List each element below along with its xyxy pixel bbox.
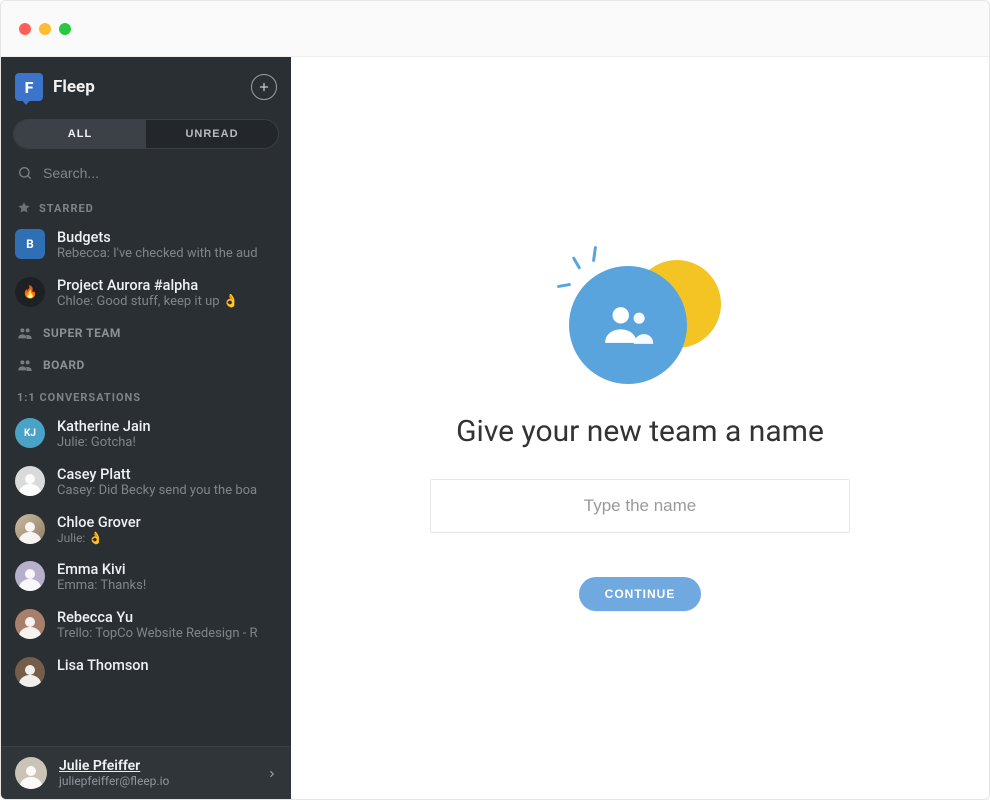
section-starred: Starred [1,191,291,221]
item-subtitle: Chloe: Good stuff, keep it up 👌 [57,294,277,309]
me-text: Julie Pfeiffer juliepfeiffer@fleep.io [59,758,169,788]
sidebar: F Fleep All Unread Starred [1,57,291,799]
new-conversation-button[interactable] [251,74,277,100]
item-subtitle: Julie: 👌 [57,531,277,545]
brand: F Fleep [15,73,95,101]
sidebar-team[interactable]: Super Team [1,317,291,349]
section-starred-label: Starred [39,202,94,215]
item-title: Project Aurora #alpha [57,277,277,294]
team-name-input[interactable] [430,479,850,533]
create-team-panel: Give your new team a name Continue [360,246,920,611]
avatar [15,609,45,639]
people-icon [17,357,33,373]
item-text: Project Aurora #alpha Chloe: Good stuff,… [57,277,277,309]
item-title: Chloe Grover [57,514,277,531]
item-title: Rebecca Yu [57,609,277,626]
team-label: Super Team [43,326,121,340]
brand-logo-icon: F [15,73,43,101]
avatar [15,466,45,496]
continue-button[interactable]: Continue [579,577,702,611]
tab-unread[interactable]: Unread [146,120,278,148]
chevron-right-icon [267,764,277,783]
sidebar-header: F Fleep [1,57,291,115]
maximize-window-icon[interactable] [59,23,71,35]
tab-all[interactable]: All [14,120,146,148]
avatar: 🔥 [15,277,45,307]
circle-primary-icon [569,266,687,384]
app-body: F Fleep All Unread Starred [1,57,989,799]
page-title: Give your new team a name [456,414,824,449]
spark-icon [592,245,597,261]
main-content: Give your new team a name Continue [291,57,989,799]
spark-icon [572,256,582,270]
item-title: Casey Platt [57,466,277,483]
filter-tabs: All Unread [13,119,279,149]
me-avatar [15,757,47,789]
brand-name: Fleep [53,77,95,97]
conversation-item[interactable]: Rebecca YuTrello: TopCo Website Redesign… [1,601,291,649]
me-name: Julie Pfeiffer [59,758,169,774]
item-subtitle: Emma: Thanks! [57,578,277,593]
close-window-icon[interactable] [19,23,31,35]
conversation-item[interactable]: KJ Katherine JainJulie: Gotcha! [1,410,291,458]
item-subtitle: Julie: Gotcha! [57,435,277,450]
avatar [15,657,45,687]
sidebar-team[interactable]: Board [1,349,291,381]
window-controls [19,23,71,35]
item-subtitle: Casey: Did Becky send you the boa [57,483,277,498]
item-title: Budgets [57,229,277,246]
section-1to1: 1:1 Conversations [1,381,291,410]
sidebar-footer[interactable]: Julie Pfeiffer juliepfeiffer@fleep.io [1,746,291,799]
conversation-item[interactable]: Chloe GroverJulie: 👌 [1,506,291,553]
avatar [15,514,45,544]
conversation-item[interactable]: Emma KiviEmma: Thanks! [1,553,291,601]
app-window: F Fleep All Unread Starred [0,0,990,800]
plus-icon [258,81,270,93]
team-label: Board [43,358,85,372]
item-subtitle: Rebecca: I've checked with the aud [57,246,277,261]
minimize-window-icon[interactable] [39,23,51,35]
conversation-item[interactable]: 🔥 Project Aurora #alpha Chloe: Good stuf… [1,269,291,317]
item-subtitle: Trello: TopCo Website Redesign - R [57,626,277,641]
search [1,159,291,191]
conversation-item[interactable]: Lisa Thomson [1,649,291,695]
team-illustration [555,246,725,386]
sidebar-scroll[interactable]: Starred B Budgets Rebecca: I've checked … [1,191,291,746]
avatar: KJ [15,418,45,448]
people-icon [17,325,33,341]
item-title: Emma Kivi [57,561,277,578]
search-input[interactable] [43,165,275,181]
titlebar [1,1,989,57]
item-title: Lisa Thomson [57,657,277,674]
section-1to1-label: 1:1 Conversations [17,391,141,404]
people-icon [599,296,657,354]
star-icon [17,201,31,215]
avatar: B [15,229,45,259]
conversation-item[interactable]: B Budgets Rebecca: I've checked with the… [1,221,291,269]
me-email: juliepfeiffer@fleep.io [59,774,169,788]
spark-icon [557,282,571,287]
item-text: Budgets Rebecca: I've checked with the a… [57,229,277,261]
conversation-item[interactable]: Casey PlattCasey: Did Becky send you the… [1,458,291,506]
item-title: Katherine Jain [57,418,277,435]
avatar [15,561,45,591]
conversation-list: KJ Katherine JainJulie: Gotcha! Casey Pl… [1,410,291,695]
starred-list: B Budgets Rebecca: I've checked with the… [1,221,291,317]
search-icon [17,165,33,181]
